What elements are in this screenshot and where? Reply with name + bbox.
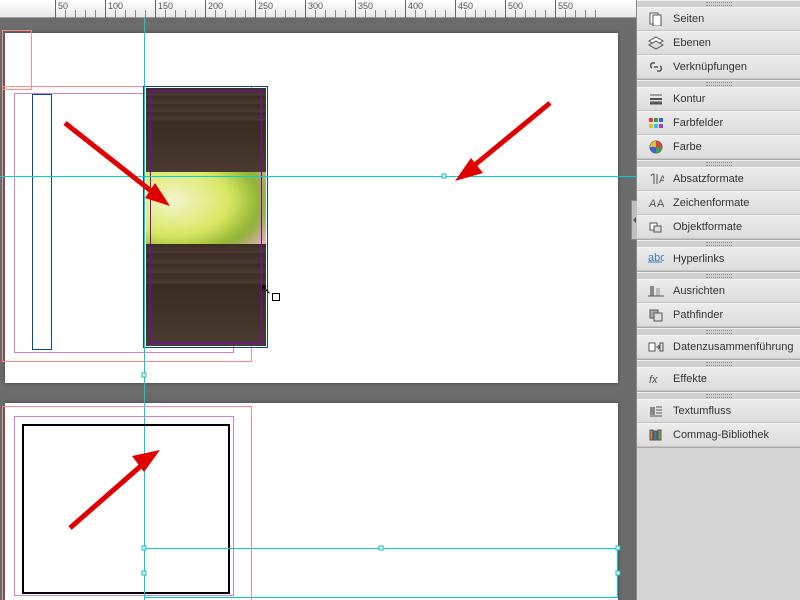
effects-icon: fx bbox=[647, 371, 665, 387]
horizontal-ruler[interactable]: 50100150200250300350400450500550 bbox=[0, 0, 636, 18]
workspace: 50100150200250300350400450500550 bbox=[0, 0, 636, 600]
panel-label: Verknüpfungen bbox=[673, 61, 794, 73]
panel-label: Objektformate bbox=[673, 221, 794, 233]
svg-text:fx: fx bbox=[649, 374, 658, 386]
panel-label: Datenzusammenführung bbox=[673, 341, 794, 353]
char-styles-icon: AA bbox=[647, 195, 665, 211]
guide-handle[interactable] bbox=[442, 174, 447, 179]
panel-label: Zeichenformate bbox=[673, 197, 794, 209]
panel-label: Ausrichten bbox=[673, 285, 794, 297]
panel-label: Pathfinder bbox=[673, 309, 794, 321]
panel-label: Farbe bbox=[673, 141, 794, 153]
pages-icon bbox=[647, 11, 665, 27]
align-icon bbox=[647, 283, 665, 299]
selection-handle[interactable] bbox=[379, 546, 384, 551]
data-merge-icon bbox=[647, 339, 665, 355]
canvas-area[interactable]: ↖ bbox=[0, 18, 636, 600]
svg-text:A: A bbox=[657, 198, 664, 210]
panel-item-pathfinder[interactable]: Pathfinder bbox=[637, 303, 800, 327]
panel-item-data-merge[interactable]: Datenzusammenführung bbox=[637, 335, 800, 359]
panel-expand-grip[interactable] bbox=[631, 200, 637, 240]
panels-dock: Seiten Ebenen Verknüpfungen Kontur Farbfelde… bbox=[636, 0, 800, 600]
guide-horizontal[interactable] bbox=[0, 176, 636, 177]
swatches-icon bbox=[647, 115, 665, 131]
selection-handle[interactable] bbox=[616, 571, 621, 576]
panel-item-color[interactable]: Farbe bbox=[637, 135, 800, 159]
panel-item-library[interactable]: Commag-Bibliothek bbox=[637, 423, 800, 447]
panel-label: Commag-Bibliothek bbox=[673, 429, 794, 441]
panel-item-effects[interactable]: fx Effekte bbox=[637, 367, 800, 391]
pathfinder-icon bbox=[647, 307, 665, 323]
panel-label: Absatzformate bbox=[673, 173, 794, 185]
panel-label: Textumfluss bbox=[673, 405, 794, 417]
panel-item-swatches[interactable]: Farbfelder bbox=[637, 111, 800, 135]
text-frame bbox=[32, 94, 52, 350]
selection-handle[interactable] bbox=[142, 571, 147, 576]
panel-item-stroke[interactable]: Kontur bbox=[637, 87, 800, 111]
links-icon bbox=[647, 59, 665, 75]
panel-item-para-styles[interactable]: A Absatzformate bbox=[637, 167, 800, 191]
panel-item-text-wrap[interactable]: Textumfluss bbox=[637, 399, 800, 423]
color-icon bbox=[647, 139, 665, 155]
selection-handle[interactable] bbox=[142, 546, 147, 551]
panel-label: Effekte bbox=[673, 373, 794, 385]
cursor-badge-icon bbox=[272, 293, 280, 301]
panel-label: Ebenen bbox=[673, 37, 794, 49]
selection-handle[interactable] bbox=[616, 546, 621, 551]
panel-item-char-styles[interactable]: AA Zeichenformate bbox=[637, 191, 800, 215]
svg-text:A: A bbox=[659, 174, 664, 186]
selected-frame-bottom[interactable] bbox=[144, 548, 618, 598]
text-wrap-icon bbox=[647, 403, 665, 419]
panel-item-obj-styles[interactable]: Objektformate bbox=[637, 215, 800, 239]
panel-item-links[interactable]: Verknüpfungen bbox=[637, 55, 800, 79]
panel-item-layers[interactable]: Ebenen bbox=[637, 31, 800, 55]
obj-styles-icon bbox=[647, 219, 665, 235]
library-icon bbox=[647, 427, 665, 443]
ruler-tick: 50 bbox=[55, 0, 68, 18]
panel-label: Seiten bbox=[673, 13, 794, 25]
guide-handle[interactable] bbox=[142, 373, 147, 378]
para-styles-icon: A bbox=[647, 171, 665, 187]
layers-icon bbox=[647, 35, 665, 51]
panel-item-hyperlinks[interactable]: abc Hyperlinks bbox=[637, 247, 800, 271]
svg-text:A: A bbox=[648, 198, 656, 210]
panel-item-pages[interactable]: Seiten bbox=[637, 7, 800, 31]
panel-label: Hyperlinks bbox=[673, 253, 794, 265]
stroke-icon bbox=[647, 91, 665, 107]
panel-label: Kontur bbox=[673, 93, 794, 105]
hyperlinks-icon: abc bbox=[647, 251, 665, 267]
selection-frame bbox=[150, 90, 262, 344]
panel-item-align[interactable]: Ausrichten bbox=[637, 279, 800, 303]
panel-label: Farbfelder bbox=[673, 117, 794, 129]
bleed-guide bbox=[2, 30, 32, 90]
